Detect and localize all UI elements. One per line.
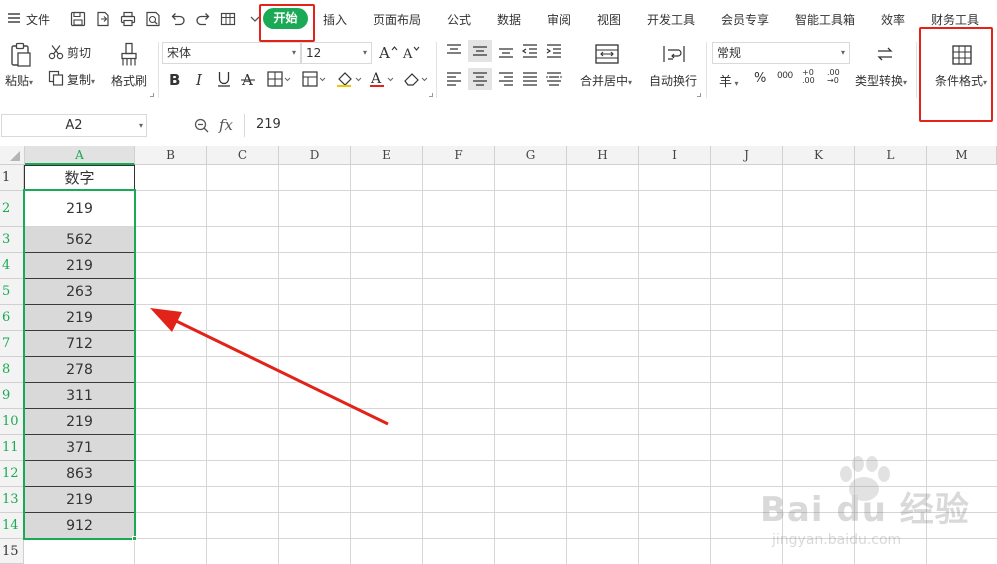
spreadsheet-app: 文件 开始 插入 页面布局 公式 数据 审阅 视图 开发工具 会员专享 智能工具… [0,0,997,564]
annotation-arrow-icon [150,308,389,426]
